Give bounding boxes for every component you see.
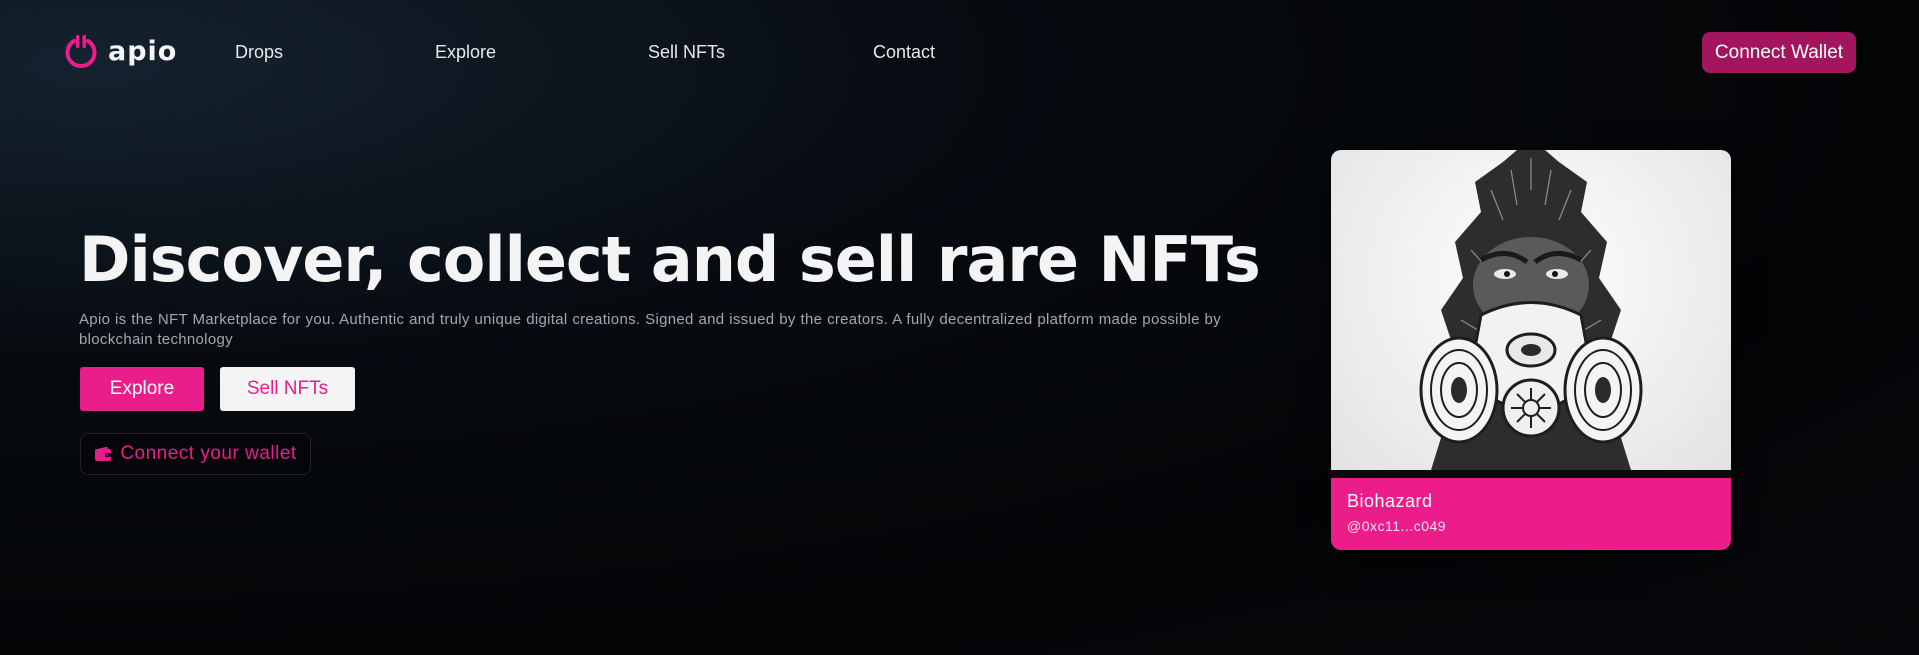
nav-sell-nfts[interactable]: Sell NFTs xyxy=(648,40,725,64)
wallet-icon xyxy=(94,446,112,462)
sell-nfts-button[interactable]: Sell NFTs xyxy=(220,367,355,411)
nft-title: Biohazard xyxy=(1347,491,1433,511)
nav-explore[interactable]: Explore xyxy=(435,40,496,64)
site-header: apio Drops Explore Sell NFTs Contact Con… xyxy=(0,0,1919,104)
nav-drops[interactable]: Drops xyxy=(235,40,283,64)
nft-owner-address[interactable]: @0xc11...c049 xyxy=(1347,518,1446,534)
connect-your-wallet-button[interactable]: Connect your wallet xyxy=(80,433,311,475)
featured-nft-card[interactable]: Biohazard @0xc11...c049 xyxy=(1331,150,1731,550)
hero-description: Apio is the NFT Marketplace for you. Aut… xyxy=(79,311,1221,348)
brand-name: apio xyxy=(108,35,178,67)
explore-button[interactable]: Explore xyxy=(80,367,204,411)
hero-title: Discover, collect and sell rare NFTs xyxy=(79,223,1261,296)
nft-artwork-image xyxy=(1331,150,1731,470)
connect-your-wallet-label: Connect your wallet xyxy=(120,443,297,464)
brand-logo[interactable]: apio xyxy=(63,33,177,69)
power-icon xyxy=(63,33,99,69)
nft-info-panel: Biohazard @0xc11...c049 xyxy=(1331,478,1731,550)
connect-wallet-button[interactable]: Connect Wallet xyxy=(1702,32,1856,73)
nav-contact[interactable]: Contact xyxy=(873,40,935,64)
